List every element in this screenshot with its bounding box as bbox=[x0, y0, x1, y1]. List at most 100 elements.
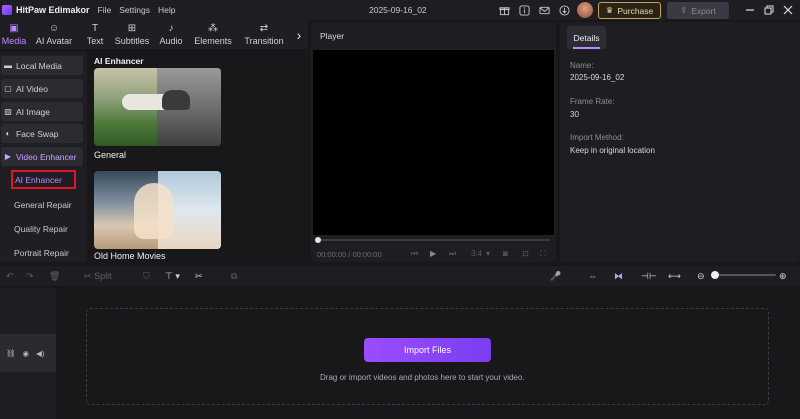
player-timecode: 00:00:00 / 00:00:00 bbox=[317, 250, 382, 259]
scrubber-handle[interactable] bbox=[315, 237, 321, 243]
download-icon[interactable] bbox=[557, 3, 571, 17]
chevron-down-icon[interactable]: ▾ bbox=[486, 249, 490, 258]
transition-icon: ⇄ bbox=[259, 23, 269, 34]
eye-icon[interactable]: ◉ bbox=[23, 349, 30, 358]
video-enhancer-icon: ▶ bbox=[4, 152, 12, 161]
split-track-icon[interactable]: ⊣⊢ bbox=[641, 269, 657, 283]
redo-icon[interactable]: ↷ bbox=[26, 269, 34, 283]
subtitles-icon: ⊞ bbox=[127, 23, 137, 34]
auto-cut-icon[interactable]: ✂ bbox=[195, 269, 203, 283]
card-label-old-home-movies: Old Home Movies bbox=[94, 251, 166, 261]
sidebar-item-video-enhancer[interactable]: ▶ Video Enhancer bbox=[1, 147, 83, 166]
player-panel: Player 00:00:00 / 00:00:00 ⏮ ▶ ⏭ 3:4 ▾ ◙… bbox=[311, 22, 556, 262]
close-icon[interactable] bbox=[781, 3, 795, 17]
menu-settings[interactable]: Settings bbox=[119, 5, 150, 15]
undo-icon[interactable]: ↶ bbox=[6, 269, 14, 283]
microphone-icon[interactable]: 🎤 bbox=[550, 269, 561, 283]
fit-track-icon[interactable]: ⟷ bbox=[668, 269, 681, 283]
detail-import-method-value: Keep in original location bbox=[570, 146, 655, 155]
detail-frame-rate-label: Frame Rate: bbox=[570, 97, 615, 106]
info-icon[interactable] bbox=[517, 3, 531, 17]
chevron-right-icon[interactable]: › bbox=[290, 20, 308, 49]
export-icon: ⇪ bbox=[680, 5, 688, 15]
sidebar-item-local-media[interactable]: ▬ Local Media bbox=[1, 56, 83, 75]
folder-icon: ▬ bbox=[4, 61, 12, 70]
tab-details[interactable]: Details bbox=[567, 26, 606, 49]
fullscreen-icon[interactable]: ⛶ bbox=[540, 249, 546, 259]
import-files-button[interactable]: Import Files bbox=[364, 338, 491, 362]
sidebar-item-ai-video[interactable]: ▢ AI Video bbox=[1, 79, 83, 98]
media-icon: ▣ bbox=[9, 23, 19, 34]
player-scrubber[interactable] bbox=[315, 237, 550, 243]
camera-icon[interactable]: ◙ bbox=[503, 249, 508, 258]
crop-icon[interactable]: ⊡ bbox=[522, 249, 529, 258]
tab-audio[interactable]: ♪ Audio bbox=[154, 20, 188, 49]
drop-hint-text: Drag or import videos and photos here to… bbox=[320, 373, 525, 382]
details-panel: Details Name: 2025-09-16_02 Frame Rate: … bbox=[560, 22, 800, 262]
tab-subtitles[interactable]: ⊞ Subtitles bbox=[110, 20, 154, 49]
zoom-slider-handle[interactable] bbox=[711, 271, 719, 279]
app-logo bbox=[2, 5, 12, 15]
text-tool-button[interactable]: ⊤ ▾ bbox=[165, 269, 180, 283]
sidebar-sub-ai-enhancer[interactable]: AI Enhancer bbox=[11, 170, 76, 189]
sidebar-item-face-swap[interactable]: ◐ Face Swap bbox=[1, 124, 83, 143]
shield-icon[interactable]: ⛉ bbox=[143, 269, 150, 283]
split-button[interactable]: ✂ Split bbox=[84, 269, 112, 283]
track-lock-icon[interactable]: ⛓ bbox=[6, 349, 16, 358]
media-sidebar: ▬ Local Media ▢ AI Video ▨ AI Image ◐ Fa… bbox=[0, 52, 87, 262]
card-label-general: General bbox=[94, 150, 127, 160]
trash-icon[interactable]: 🗑 bbox=[49, 269, 60, 283]
user-avatar[interactable] bbox=[577, 2, 593, 18]
thumbnail-old-home-movies[interactable] bbox=[94, 171, 221, 249]
minimize-icon[interactable] bbox=[743, 3, 757, 17]
menu-file[interactable]: File bbox=[98, 5, 112, 15]
detail-import-method-label: Import Method: bbox=[570, 133, 624, 142]
ai-avatar-icon: ☺ bbox=[48, 23, 60, 34]
face-swap-icon: ◐ bbox=[5, 129, 11, 138]
zoom-in-icon[interactable]: ⊕ bbox=[779, 269, 787, 283]
elements-icon: ⁂ bbox=[208, 23, 218, 34]
purchase-button[interactable]: ♛ Purchase bbox=[598, 2, 661, 19]
text-icon: ⊤ bbox=[165, 270, 173, 281]
tab-text[interactable]: T Text bbox=[80, 20, 110, 49]
project-name: 2025-09-16_02 bbox=[369, 5, 427, 15]
gift-icon[interactable] bbox=[497, 3, 511, 17]
tab-elements[interactable]: ⁂ Elements bbox=[188, 20, 238, 49]
sidebar-sub-quality-repair[interactable]: Quality Repair bbox=[14, 224, 68, 234]
mail-icon[interactable] bbox=[537, 3, 551, 17]
ai-image-icon: ▨ bbox=[4, 107, 12, 116]
thumbnail-general[interactable] bbox=[94, 68, 221, 146]
zoom-out-icon[interactable]: ⊖ bbox=[697, 269, 705, 283]
detail-name-label: Name: bbox=[570, 61, 594, 70]
snap-icon[interactable]: ⧓ bbox=[614, 269, 623, 283]
audio-icon: ♪ bbox=[168, 23, 174, 34]
ai-tool-icon[interactable]: ⧉ bbox=[231, 269, 237, 283]
app-name: HitPaw Edimakor bbox=[16, 5, 90, 15]
speaker-icon[interactable]: ◀) bbox=[36, 349, 44, 358]
play-icon[interactable]: ▶ bbox=[430, 249, 436, 258]
crown-icon: ♛ bbox=[605, 5, 614, 15]
text-icon: T bbox=[91, 23, 99, 34]
sidebar-sub-portrait-repair[interactable]: Portrait Repair bbox=[14, 248, 69, 258]
player-screen[interactable] bbox=[313, 50, 554, 235]
scissors-icon: ✂ bbox=[84, 270, 92, 281]
track-controls: ⛓ ◉ ◀) bbox=[0, 334, 56, 372]
link-icon[interactable]: ⇔ bbox=[588, 269, 597, 283]
chevron-down-icon: ▾ bbox=[175, 270, 180, 281]
skip-forward-icon[interactable]: ⏭ bbox=[449, 249, 456, 259]
tab-ai-avatar[interactable]: ☺ AI Avatar bbox=[28, 20, 80, 49]
export-button[interactable]: ⇪ Export bbox=[667, 2, 729, 19]
detail-frame-rate-value: 30 bbox=[570, 110, 579, 119]
media-toolbar: ▣ Media ☺ AI Avatar T Text ⊞ Subtitles ♪… bbox=[0, 20, 308, 49]
sidebar-sub-general-repair[interactable]: General Repair bbox=[14, 200, 72, 210]
panel-title: AI Enhancer bbox=[94, 56, 144, 66]
skip-back-icon[interactable]: ⏮ bbox=[411, 249, 418, 259]
aspect-ratio[interactable]: 3:4 bbox=[471, 249, 482, 258]
tab-media[interactable]: ▣ Media bbox=[0, 20, 28, 49]
tab-transition[interactable]: ⇄ Transition bbox=[238, 20, 290, 49]
detail-name-value: 2025-09-16_02 bbox=[570, 73, 625, 82]
zoom-slider[interactable] bbox=[714, 274, 776, 276]
menu-help[interactable]: Help bbox=[158, 5, 175, 15]
sidebar-item-ai-image[interactable]: ▨ AI Image bbox=[1, 102, 83, 121]
restore-icon[interactable] bbox=[762, 3, 776, 17]
